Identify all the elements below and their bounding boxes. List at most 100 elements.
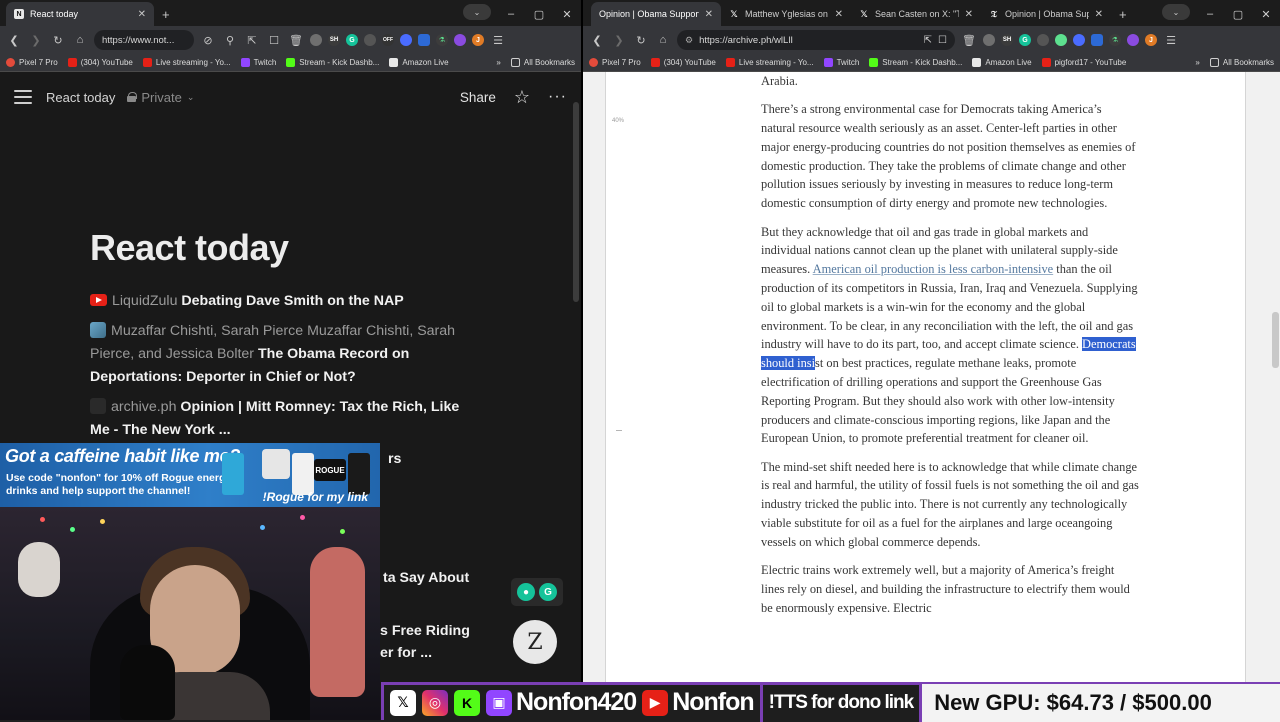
flask-extension-icon[interactable]: ⚗	[436, 34, 448, 46]
forward-button[interactable]: ❯	[28, 32, 44, 48]
menu-icon[interactable]: ☰	[1163, 32, 1179, 48]
favorite-star-icon[interactable]: ☆	[514, 87, 530, 108]
minimize-icon[interactable]: –	[497, 8, 525, 20]
all-bookmarks[interactable]: All Bookmarks	[510, 58, 575, 67]
bookmark-pigford[interactable]: pigford17 - YouTube	[1041, 58, 1126, 67]
pen-extension-icon[interactable]	[1055, 34, 1067, 46]
menu-icon[interactable]: ☰	[490, 32, 506, 48]
address-bar[interactable]: ⚙ https://archive.ph/wlLlI ⇱ ☐	[677, 30, 955, 50]
all-bookmarks[interactable]: All Bookmarks	[1209, 58, 1274, 67]
grammarly-widget[interactable]: ● G	[511, 578, 563, 606]
bookmark-kick[interactable]: Stream - Kick Dashb...	[286, 58, 379, 67]
privacy-dropdown[interactable]: Private ⌄	[127, 90, 194, 105]
bookmark-youtube[interactable]: (304) YouTube	[67, 58, 133, 67]
right-scrollbar[interactable]	[1272, 312, 1279, 368]
blue-extension-icon[interactable]	[400, 34, 412, 46]
puzzle-extension-icon[interactable]	[1091, 34, 1103, 46]
maximize-icon[interactable]: ▢	[1224, 8, 1252, 21]
profile-avatar-icon[interactable]: J	[472, 34, 484, 46]
back-button[interactable]: ❮	[6, 32, 22, 48]
home-button[interactable]: ⌂	[72, 32, 88, 48]
home-button[interactable]: ⌂	[655, 32, 671, 48]
bookmarks-overflow-icon[interactable]: »	[496, 58, 500, 67]
bookmark-kick[interactable]: Stream - Kick Dashb...	[869, 58, 962, 67]
bookmark-live-streaming[interactable]: Live streaming - Yo...	[142, 58, 231, 67]
purple-extension-icon[interactable]	[1127, 34, 1139, 46]
purple-extension-icon[interactable]	[454, 34, 466, 46]
bookmark-star-icon[interactable]: ☐	[938, 35, 947, 46]
grammarly-extension-icon[interactable]: G	[346, 34, 358, 46]
tab-yglesias[interactable]: 𝕏 Matthew Yglesias on X: "O ✕	[721, 2, 851, 26]
bookmark-live-streaming[interactable]: Live streaming - Yo...	[725, 58, 814, 67]
close-window-icon[interactable]: ✕	[1252, 8, 1280, 21]
back-button[interactable]: ❮	[589, 32, 605, 48]
page-header-title[interactable]: React today	[46, 90, 115, 105]
translate-extension-icon[interactable]	[364, 34, 376, 46]
list-item[interactable]: archive.ph Opinion | Mitt Romney: Tax th…	[90, 396, 475, 442]
assistant-avatar-icon[interactable]: Z	[513, 620, 557, 664]
translate-extension-icon[interactable]	[1037, 34, 1049, 46]
trash-extension-icon[interactable]: 🗑	[961, 32, 977, 48]
more-options-icon[interactable]: ···	[548, 88, 567, 106]
site-info-icon[interactable]: ⚙	[685, 35, 693, 46]
minimize-icon[interactable]: –	[1196, 8, 1224, 20]
pixel-icon	[6, 58, 15, 67]
list-item-partial[interactable]: er for ...	[380, 645, 432, 661]
globe-extension-icon[interactable]	[310, 34, 322, 46]
tab-opinion-obama[interactable]: Opinion | Obama Supporte ✕	[591, 2, 721, 26]
trash-extension-icon[interactable]: 🗑	[288, 32, 304, 48]
close-window-icon[interactable]: ✕	[553, 8, 581, 21]
close-tab-icon[interactable]: ✕	[705, 9, 713, 20]
flask-extension-icon[interactable]: ⚗	[1109, 34, 1121, 46]
list-item-partial[interactable]: ta Say About	[383, 570, 469, 586]
share-page-icon[interactable]: ⇱	[244, 32, 260, 48]
grammarly-icon[interactable]: G	[539, 583, 557, 601]
close-tab-icon[interactable]: ✕	[138, 9, 146, 20]
lightbulb-icon[interactable]: ●	[517, 583, 535, 601]
left-scrollbar[interactable]	[573, 102, 579, 302]
share-page-icon[interactable]: ⇱	[924, 35, 932, 46]
tab-casten[interactable]: 𝕏 Sean Casten on X: "This Ye ✕	[851, 2, 981, 26]
list-item[interactable]: LiquidZulu Debating Dave Smith on the NA…	[90, 290, 475, 313]
bookmark-pixel[interactable]: Pixel 7 Pro	[6, 58, 58, 67]
bookmarks-overflow-icon[interactable]: »	[1195, 58, 1199, 67]
zoom-icon[interactable]: ⚲	[222, 32, 238, 48]
bookmark-youtube[interactable]: (304) YouTube	[650, 58, 716, 67]
tab-search-button[interactable]: ⌄	[463, 4, 491, 20]
list-item-partial[interactable]: rs	[388, 451, 401, 467]
bookmark-twitch[interactable]: Twitch	[240, 58, 276, 67]
reload-button[interactable]: ↻	[50, 32, 66, 48]
bookmark-amazon-live[interactable]: Amazon Live	[389, 58, 449, 67]
close-tab-icon[interactable]: ✕	[835, 9, 843, 20]
list-item-partial[interactable]: s Free Riding	[380, 623, 470, 639]
puzzle-extension-icon[interactable]	[418, 34, 430, 46]
close-tab-icon[interactable]: ✕	[965, 9, 973, 20]
tab-react-today[interactable]: N React today ✕	[6, 2, 154, 26]
profile-avatar-icon[interactable]: J	[1145, 34, 1157, 46]
hamburger-menu-icon[interactable]	[14, 90, 32, 104]
bookmark-twitch[interactable]: Twitch	[823, 58, 859, 67]
address-bar[interactable]: https://www.not...	[94, 30, 194, 50]
sh-extension-icon[interactable]: SH	[1001, 34, 1013, 46]
new-tab-button[interactable]: +	[154, 2, 178, 26]
new-tab-button[interactable]: +	[1111, 2, 1135, 26]
bookmark-pixel[interactable]: Pixel 7 Pro	[589, 58, 641, 67]
forward-button[interactable]: ❯	[611, 32, 627, 48]
tab-search-button[interactable]: ⌄	[1162, 4, 1190, 20]
inline-link[interactable]: American oil production is less carbon-i…	[813, 262, 1054, 276]
tab-opinion-obama-2[interactable]: 𝔗 Opinion | Obama Supporte ✕	[981, 2, 1111, 26]
share-button[interactable]: Share	[460, 90, 496, 105]
grammarly-extension-icon[interactable]: G	[1019, 34, 1031, 46]
bookmark-star-icon[interactable]: ☐	[266, 32, 282, 48]
off-extension-icon[interactable]: OFF	[382, 34, 394, 46]
bookmark-amazon-live[interactable]: Amazon Live	[972, 58, 1032, 67]
sh-extension-icon[interactable]: SH	[328, 34, 340, 46]
globe-extension-icon[interactable]	[983, 34, 995, 46]
block-icon[interactable]: ⊘	[200, 32, 216, 48]
maximize-icon[interactable]: ▢	[525, 8, 553, 21]
youtube-icon	[142, 58, 152, 67]
close-tab-icon[interactable]: ✕	[1095, 9, 1103, 20]
blue-extension-icon[interactable]	[1073, 34, 1085, 46]
reload-button[interactable]: ↻	[633, 32, 649, 48]
list-item[interactable]: Muzaffar Chishti, Sarah Pierce Muzaffar …	[90, 320, 475, 389]
